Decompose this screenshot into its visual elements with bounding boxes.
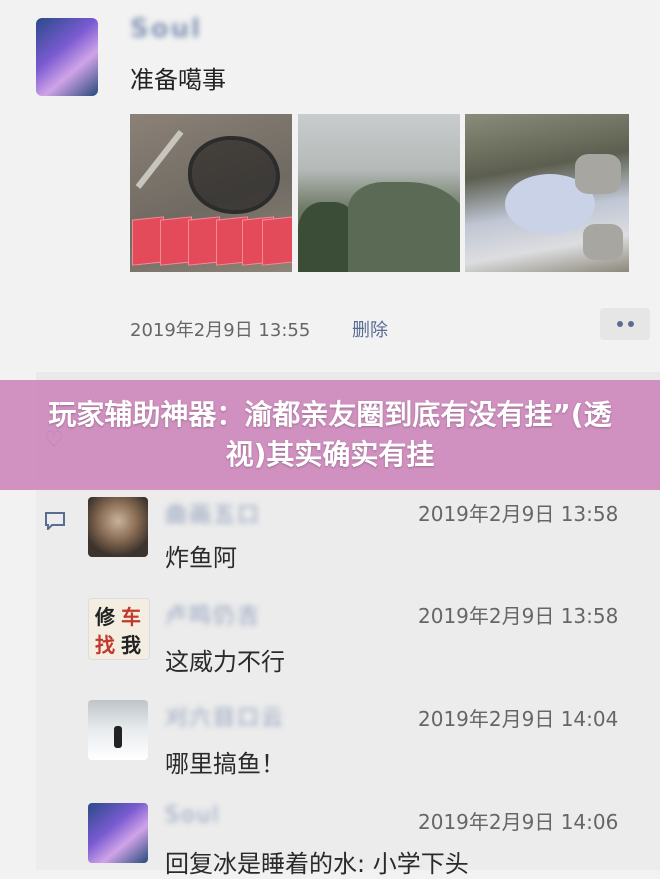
comment-author-name[interactable]: 刈六目口云 [165,700,285,732]
post-text: 准备噶事 [130,66,226,94]
headline-text: 玩家辅助神器：渝都亲友圈到底有没有挂”(透视)其实确实有挂 [48,398,612,471]
stamp-char: 我 [121,633,141,657]
more-icon [616,321,623,327]
delete-post-link[interactable]: 删除 [352,316,388,342]
comment-avatar[interactable]: 修 车 找 我 [88,598,150,660]
comment-timestamp: 2019年2月9日 13:58 [418,502,619,526]
comment-author-name[interactable]: Soul [165,803,220,828]
post-photo-mountains[interactable] [298,114,460,272]
stamp-char: 修 [95,605,115,629]
comment-timestamp: 2019年2月9日 13:58 [418,604,619,628]
comment-icon [45,512,65,530]
post-photo-net-and-envelopes[interactable] [130,114,292,272]
post-author-name[interactable]: Soul [130,14,202,44]
post-photo-pond[interactable] [465,114,629,272]
comment-text: 这威力不行 [165,648,285,676]
more-options-button[interactable] [600,308,650,340]
stamp-char: 车 [121,605,141,629]
comment-timestamp: 2019年2月9日 14:06 [418,810,619,834]
post-timestamp: 2019年2月9日 13:55 [130,320,311,341]
stamp-char: 找 [95,633,115,657]
comment-avatar[interactable] [88,700,148,760]
comment-avatar[interactable] [88,803,148,863]
comment-author-name[interactable]: 曲画五口 [165,497,261,529]
headline-banner: 玩家辅助神器：渝都亲友圈到底有没有挂”(透视)其实确实有挂 [0,380,660,490]
comment-text: 炸鱼阿 [165,544,237,572]
comment-author-name[interactable]: 卢鸣仍吉 [165,598,261,630]
comment-avatar[interactable] [88,497,148,557]
comment-text: 哪里搞鱼！ [165,750,285,778]
comment-timestamp: 2019年2月9日 14:04 [418,707,619,731]
post-author-avatar[interactable] [36,18,98,96]
comment-text: 回复冰是睡着的水: 小学下头 [165,850,469,878]
